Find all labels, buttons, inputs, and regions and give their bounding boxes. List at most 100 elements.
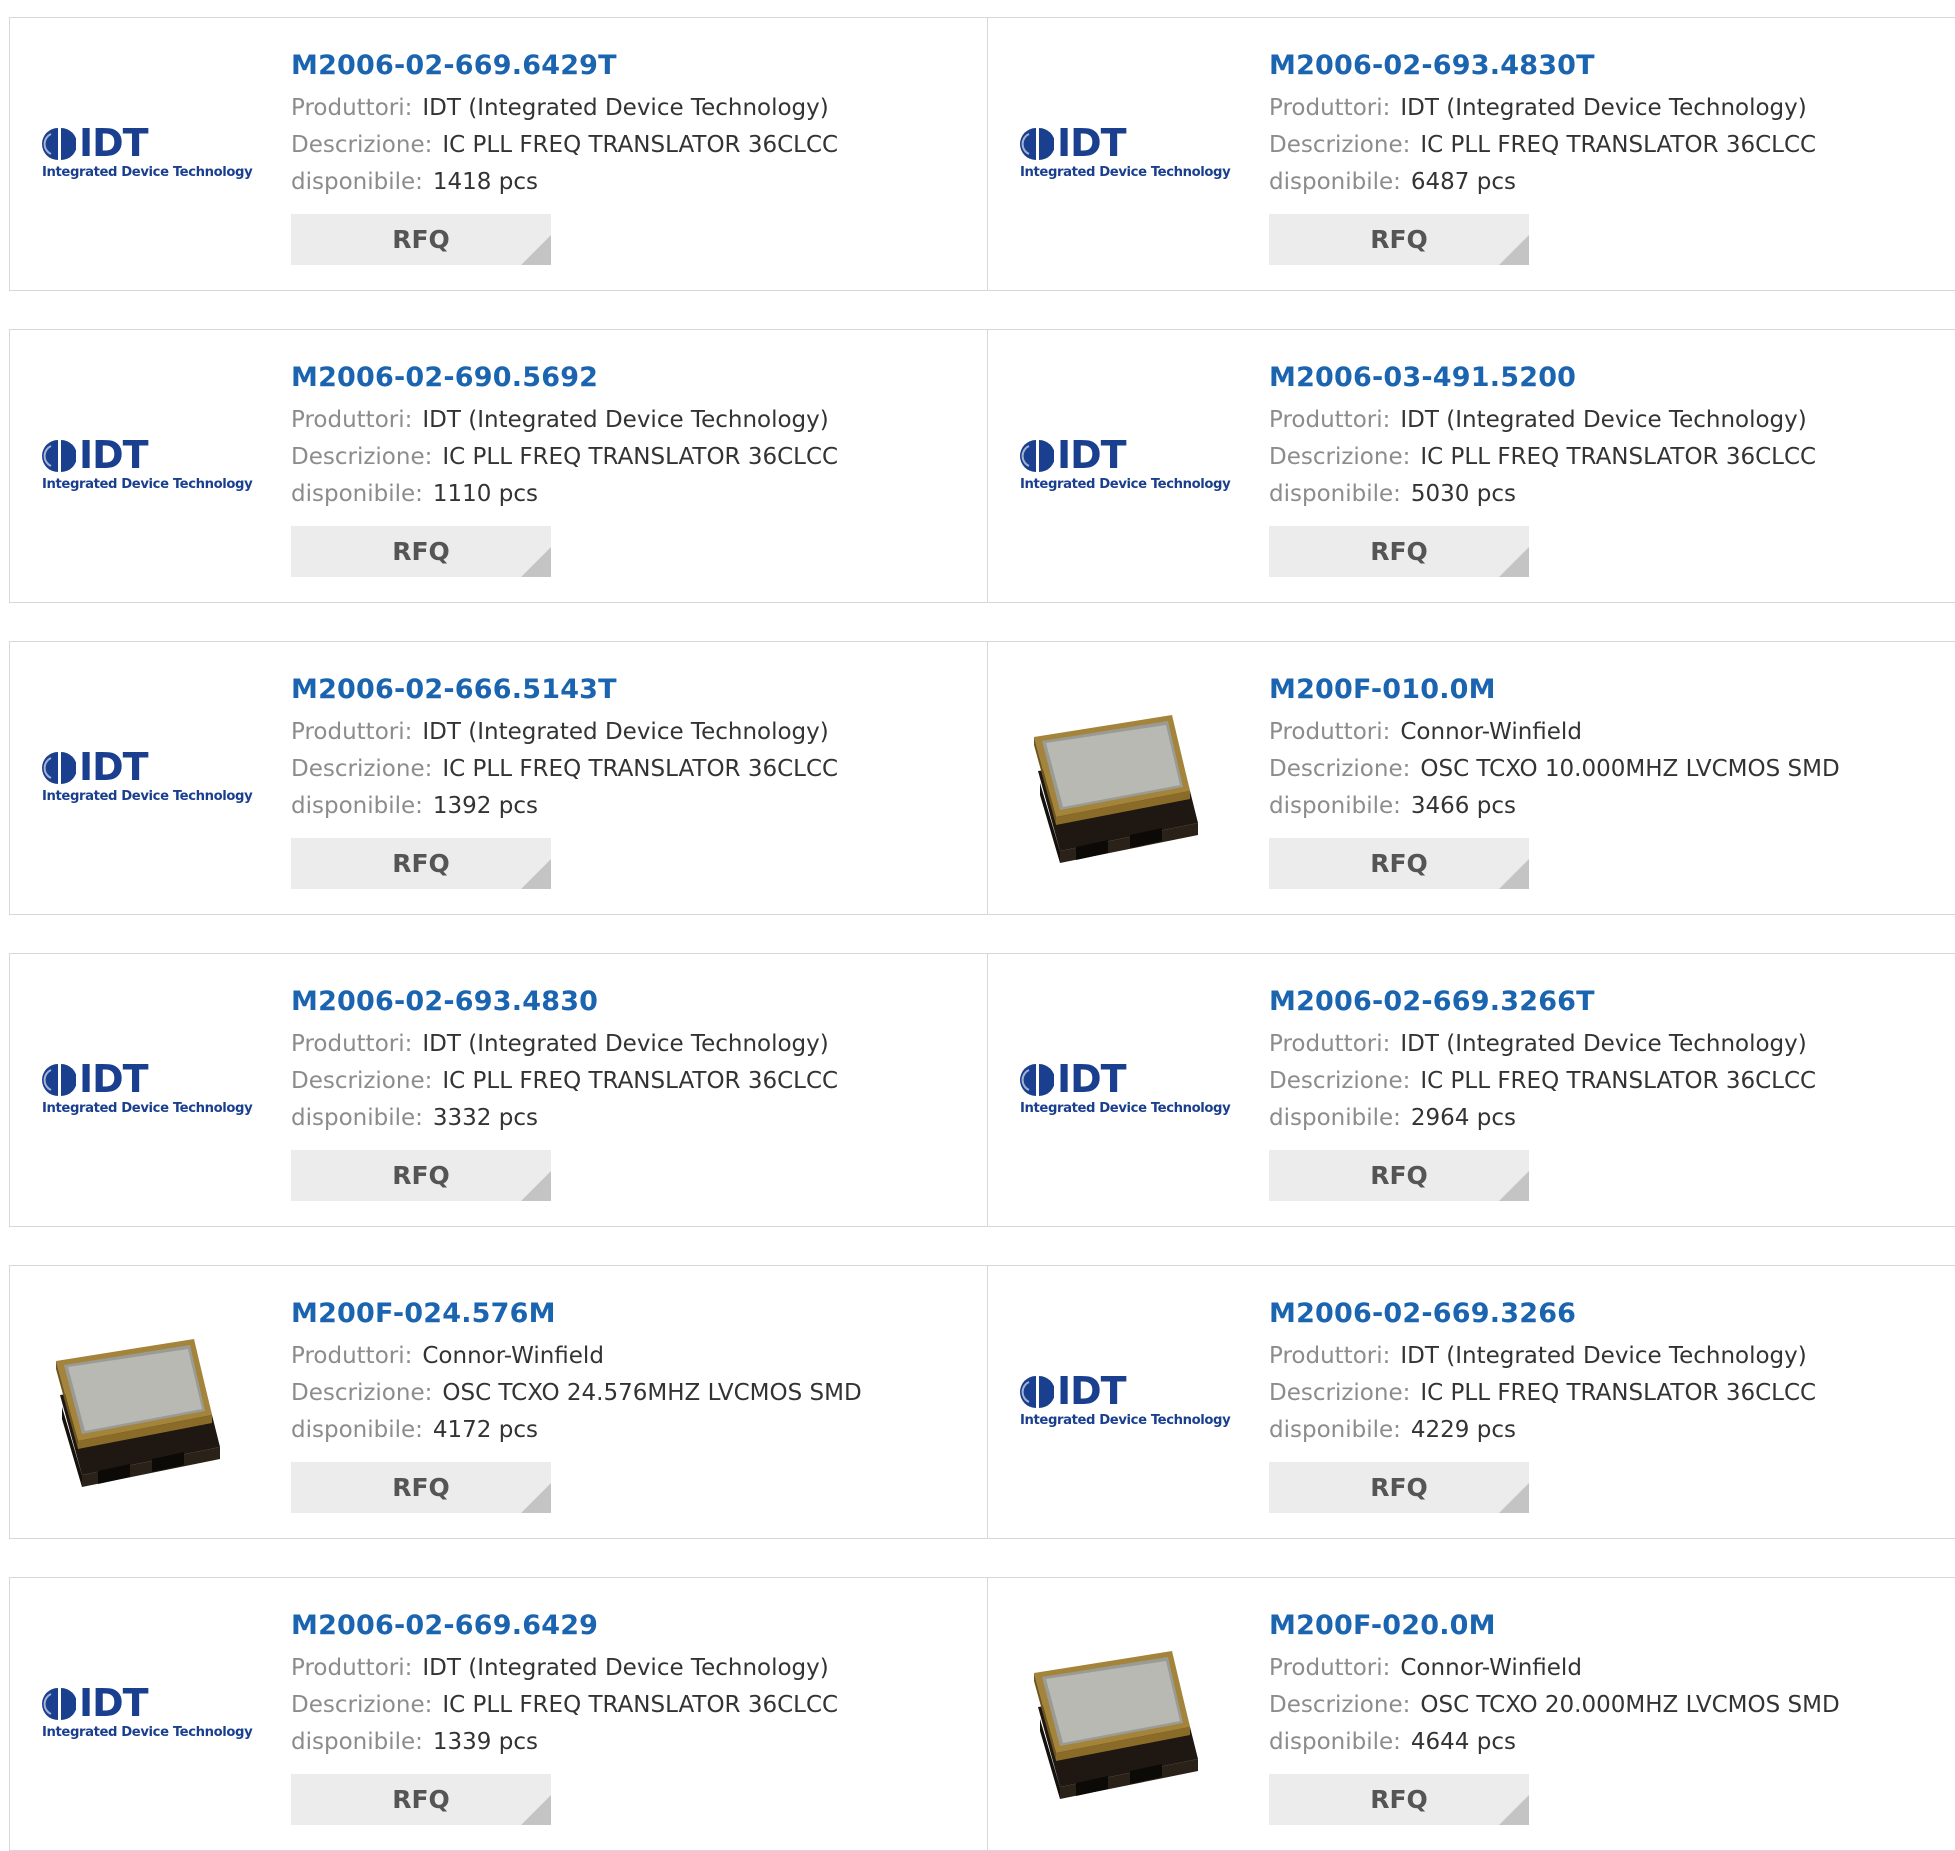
rfq-button[interactable]: RFQ <box>291 1774 551 1825</box>
product-part-number-link[interactable]: M200F-010.0M <box>1269 671 1840 709</box>
rfq-button[interactable]: RFQ <box>1269 214 1529 265</box>
idt-logo-letters: IDT <box>1057 433 1127 477</box>
product-image[interactable]: IDT Integrated Device Technology <box>1020 367 1231 567</box>
available-value: 3332 pcs <box>432 1105 538 1131</box>
product-available-row: disponibile: 1339 pcs <box>291 1724 838 1761</box>
idt-logo: IDT Integrated Device Technology <box>1020 1369 1231 1433</box>
description-label: Descrizione: <box>1269 1380 1411 1406</box>
manufacturer-value: Connor-Winfield <box>1400 719 1582 745</box>
rfq-corner-triangle-icon <box>1499 547 1529 577</box>
idt-logo-mark-icon <box>1020 128 1054 160</box>
product-card: IDT Integrated Device Technology M2006-0… <box>987 17 1955 291</box>
available-value: 2964 pcs <box>1410 1105 1516 1131</box>
product-part-number-link[interactable]: M2006-03-491.5200 <box>1269 359 1816 397</box>
idt-logo-mark-icon <box>1020 440 1054 472</box>
manufacturer-value: IDT (Integrated Device Technology) <box>422 719 829 745</box>
product-manufacturer-row: Produttori: IDT (Integrated Device Techno… <box>291 1650 838 1687</box>
description-label: Descrizione: <box>291 444 433 470</box>
rfq-button[interactable]: RFQ <box>291 1150 551 1201</box>
available-label: disponibile: <box>291 169 423 195</box>
available-label: disponibile: <box>1269 1729 1401 1755</box>
idt-logo-letters: IDT <box>79 433 149 477</box>
rfq-button[interactable]: RFQ <box>1269 1462 1529 1513</box>
rfq-corner-triangle-icon <box>521 1795 551 1825</box>
product-info: M200F-010.0M Produttori: Connor-Winfield De… <box>1269 671 1840 889</box>
description-label: Descrizione: <box>291 1380 433 1406</box>
product-description-row: Descrizione: IC PLL FREQ TRANSLATOR 36CLC… <box>1269 1375 1816 1412</box>
idt-logo-letters: IDT <box>79 1681 149 1725</box>
product-description-row: Descrizione: IC PLL FREQ TRANSLATOR 36CLC… <box>291 1063 838 1100</box>
product-manufacturer-row: Produttori: IDT (Integrated Device Techno… <box>1269 90 1816 127</box>
product-image[interactable]: IDT Integrated Device Technology <box>1020 991 1231 1191</box>
description-label: Descrizione: <box>291 1068 433 1094</box>
product-image[interactable]: IDT Integrated Device Technology <box>1020 55 1231 255</box>
product-image[interactable] <box>1020 679 1220 879</box>
idt-logo-mark-icon <box>42 128 76 160</box>
product-part-number-link[interactable]: M2006-02-666.5143T <box>291 671 838 709</box>
rfq-corner-triangle-icon <box>521 1171 551 1201</box>
product-image[interactable]: IDT Integrated Device Technology <box>42 679 253 879</box>
manufacturer-label: Produttori: <box>291 1655 413 1681</box>
manufacturer-label: Produttori: <box>291 719 413 745</box>
product-image[interactable]: IDT Integrated Device Technology <box>1020 1303 1231 1503</box>
product-part-number-link[interactable]: M2006-02-690.5692 <box>291 359 838 397</box>
rfq-button[interactable]: RFQ <box>291 214 551 265</box>
rfq-button[interactable]: RFQ <box>1269 1150 1529 1201</box>
manufacturer-label: Produttori: <box>291 1031 413 1057</box>
product-part-number-link[interactable]: M2006-02-669.6429T <box>291 47 838 85</box>
available-label: disponibile: <box>1269 793 1401 819</box>
product-part-number-link[interactable]: M2006-02-693.4830T <box>1269 47 1816 85</box>
product-description-row: Descrizione: IC PLL FREQ TRANSLATOR 36CLC… <box>1269 127 1816 164</box>
rfq-button-label: RFQ <box>1370 1473 1428 1502</box>
rfq-button[interactable]: RFQ <box>291 838 551 889</box>
product-manufacturer-row: Produttori: Connor-Winfield <box>1269 714 1840 751</box>
idt-logo-mark-icon <box>1020 1064 1054 1096</box>
product-manufacturer-row: Produttori: Connor-Winfield <box>291 1338 862 1375</box>
description-value: IC PLL FREQ TRANSLATOR 36CLCC <box>442 1692 839 1718</box>
rfq-button[interactable]: RFQ <box>1269 838 1529 889</box>
available-label: disponibile: <box>1269 169 1401 195</box>
rfq-button-label: RFQ <box>1370 537 1428 566</box>
rfq-button[interactable]: RFQ <box>1269 526 1529 577</box>
product-card: IDT Integrated Device Technology M2006-0… <box>987 329 1955 603</box>
product-image[interactable]: IDT Integrated Device Technology <box>42 55 253 255</box>
description-label: Descrizione: <box>1269 1692 1411 1718</box>
product-part-number-link[interactable]: M200F-020.0M <box>1269 1607 1840 1645</box>
rfq-button-label: RFQ <box>392 1785 450 1814</box>
product-image[interactable]: IDT Integrated Device Technology <box>42 991 253 1191</box>
rfq-button[interactable]: RFQ <box>291 526 551 577</box>
product-image[interactable]: IDT Integrated Device Technology <box>42 1615 253 1815</box>
rfq-corner-triangle-icon <box>521 547 551 577</box>
product-card: M200F-024.576M Produttori: Connor-Winfield… <box>9 1265 988 1539</box>
oscillator-chip-image <box>56 1339 220 1487</box>
rfq-button-label: RFQ <box>1370 849 1428 878</box>
product-image[interactable] <box>1020 1615 1220 1815</box>
product-image[interactable] <box>42 1303 242 1503</box>
idt-logo-tagline: Integrated Device Technology <box>1020 1101 1231 1116</box>
available-label: disponibile: <box>1269 1105 1401 1131</box>
product-card: M200F-010.0M Produttori: Connor-Winfield De… <box>987 641 1955 915</box>
rfq-button-label: RFQ <box>392 225 450 254</box>
product-description-row: Descrizione: IC PLL FREQ TRANSLATOR 36CLC… <box>291 439 838 476</box>
rfq-corner-triangle-icon <box>1499 1795 1529 1825</box>
idt-logo-mark-icon <box>42 1064 76 1096</box>
product-part-number-link[interactable]: M2006-02-693.4830 <box>291 983 838 1021</box>
idt-logo: IDT Integrated Device Technology <box>42 121 253 185</box>
product-info: M2006-02-669.6429 Produttori: IDT (Integra… <box>291 1607 838 1825</box>
available-value: 4229 pcs <box>1410 1417 1516 1443</box>
product-part-number-link[interactable]: M2006-02-669.3266 <box>1269 1295 1816 1333</box>
product-part-number-link[interactable]: M2006-02-669.3266T <box>1269 983 1816 1021</box>
product-card: IDT Integrated Device Technology M2006-0… <box>9 17 988 291</box>
product-part-number-link[interactable]: M200F-024.576M <box>291 1295 862 1333</box>
description-value: IC PLL FREQ TRANSLATOR 36CLCC <box>1420 1380 1817 1406</box>
manufacturer-label: Produttori: <box>1269 1031 1391 1057</box>
product-manufacturer-row: Produttori: IDT (Integrated Device Techno… <box>1269 1026 1816 1063</box>
rfq-corner-triangle-icon <box>1499 1483 1529 1513</box>
product-image[interactable]: IDT Integrated Device Technology <box>42 367 253 567</box>
available-value: 1110 pcs <box>432 481 538 507</box>
product-description-row: Descrizione: IC PLL FREQ TRANSLATOR 36CLC… <box>1269 1063 1816 1100</box>
description-label: Descrizione: <box>1269 756 1411 782</box>
rfq-button[interactable]: RFQ <box>1269 1774 1529 1825</box>
rfq-button[interactable]: RFQ <box>291 1462 551 1513</box>
product-part-number-link[interactable]: M2006-02-669.6429 <box>291 1607 838 1645</box>
